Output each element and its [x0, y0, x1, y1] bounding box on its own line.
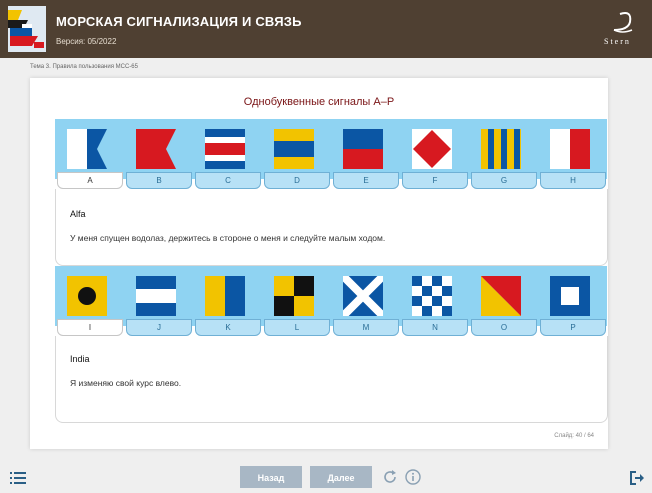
signal-description-panel-2: India Я изменяю свой курс влево. — [55, 336, 608, 423]
version-label: Версия: 05/2022 — [56, 37, 117, 46]
flag-o-icon[interactable] — [481, 276, 521, 316]
flag-f-icon[interactable] — [412, 129, 452, 169]
tab-bar-a-h: A B C D E F G H — [55, 172, 607, 189]
signal-meaning: У меня спущен водолаз, держитесь в сторо… — [70, 233, 386, 243]
exit-icon[interactable] — [630, 471, 644, 485]
flag-p-icon[interactable] — [550, 276, 590, 316]
tab-bar-i-p: I J K L M N O P — [55, 319, 607, 336]
refresh-icon[interactable] — [382, 469, 398, 485]
info-icon[interactable] — [405, 469, 421, 485]
tab-c[interactable]: C — [195, 172, 261, 189]
flag-m-icon[interactable] — [343, 276, 383, 316]
flag-g-icon[interactable] — [481, 129, 521, 169]
flag-h-icon[interactable] — [550, 129, 590, 169]
flag-c-icon[interactable] — [205, 129, 245, 169]
tab-b[interactable]: B — [126, 172, 192, 189]
tab-o[interactable]: O — [471, 319, 537, 336]
flag-l-icon[interactable] — [274, 276, 314, 316]
signal-name: Alfa — [70, 209, 86, 219]
tab-g[interactable]: G — [471, 172, 537, 189]
flag-d-icon[interactable] — [274, 129, 314, 169]
next-button[interactable]: Далее — [310, 466, 372, 488]
slide-title: Однобуквенные сигналы A–P — [243, 96, 395, 108]
flag-j-icon[interactable] — [136, 276, 176, 316]
signal-flags-logo-icon — [8, 6, 46, 52]
signal-meaning: Я изменяю свой курс влево. — [70, 378, 182, 388]
flag-b-icon[interactable] — [136, 129, 176, 169]
back-button[interactable]: Назад — [240, 466, 302, 488]
breadcrumb: Тема 3. Правила пользования МСС-65 — [30, 64, 138, 70]
tab-p[interactable]: P — [540, 319, 606, 336]
tab-m[interactable]: M — [333, 319, 399, 336]
tab-h[interactable]: H — [540, 172, 606, 189]
tab-a[interactable]: A — [57, 172, 123, 189]
flag-a-icon[interactable] — [67, 129, 107, 169]
menu-icon[interactable] — [10, 471, 26, 485]
flag-n-icon[interactable] — [412, 276, 452, 316]
slide-card: Однобуквенные сигналы A–P A B C D E F G … — [30, 78, 608, 449]
tab-d[interactable]: D — [264, 172, 330, 189]
tab-f[interactable]: F — [402, 172, 468, 189]
flag-k-icon[interactable] — [205, 276, 245, 316]
app-header: МОРСКАЯ СИГНАЛИЗАЦИЯ И СВЯЗЬ Версия: 05/… — [0, 0, 652, 58]
slide-counter: Слайд: 40 / 64 — [554, 433, 594, 439]
flag-e-icon[interactable] — [343, 129, 383, 169]
tab-j[interactable]: J — [126, 319, 192, 336]
tab-e[interactable]: E — [333, 172, 399, 189]
flag-strip-a-h — [55, 119, 607, 179]
tab-k[interactable]: K — [195, 319, 261, 336]
flag-i-icon[interactable] — [67, 276, 107, 316]
app-title: МОРСКАЯ СИГНАЛИЗАЦИЯ И СВЯЗЬ — [56, 14, 302, 29]
stern-logo-icon: Stern — [602, 8, 644, 50]
svg-text:Stern: Stern — [604, 37, 631, 46]
tab-i[interactable]: I — [57, 319, 123, 336]
flag-strip-i-p — [55, 266, 607, 326]
signal-name: India — [70, 354, 90, 364]
signal-description-panel-1: Alfa У меня спущен водолаз, держитесь в … — [55, 189, 608, 266]
tab-n[interactable]: N — [402, 319, 468, 336]
tab-l[interactable]: L — [264, 319, 330, 336]
